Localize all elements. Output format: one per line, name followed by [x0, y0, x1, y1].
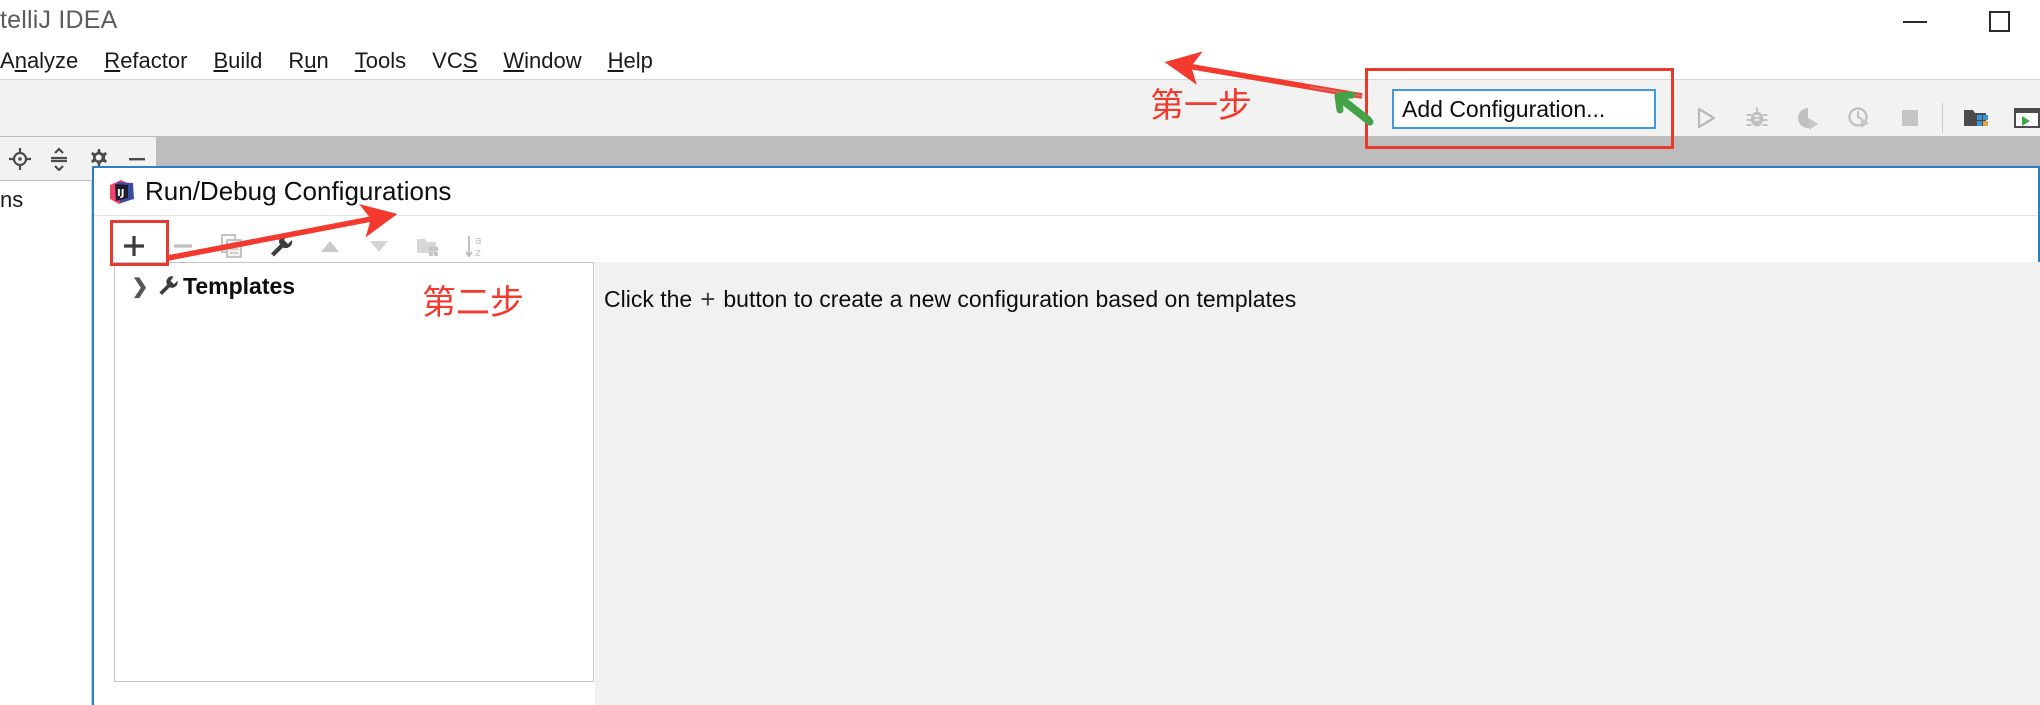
project-toolwindow-body — [0, 181, 92, 705]
profile-icon[interactable] — [1833, 97, 1884, 139]
wrench-icon — [153, 274, 183, 298]
menubar: Analyze Refactor Build Run Tools VCS Win… — [0, 43, 2040, 79]
maximize-button[interactable] — [1968, 0, 2030, 43]
add-configuration-button[interactable]: Add Configuration... — [1392, 89, 1656, 129]
empty-state-hint: Click the + button to create a new confi… — [604, 284, 1296, 315]
menu-item-build[interactable]: Build — [200, 43, 275, 79]
menu-item-analyze[interactable]: Analyze — [0, 43, 91, 79]
dialog-title: Run/Debug Configurations — [145, 176, 452, 206]
project-tree-truncated-label: ns — [0, 187, 24, 212]
hint-text-after: button to create a new configuration bas… — [723, 286, 1297, 312]
annotation-step1-label: 第一步 — [1150, 86, 1252, 126]
window-titlebar: telliJ IDEA — [0, 0, 2040, 43]
app-window: telliJ IDEA Analyze Refactor Build Run T… — [0, 0, 2040, 705]
terminal-icon[interactable] — [2001, 97, 2040, 139]
menu-item-run[interactable]: Run — [275, 43, 341, 79]
menu-item-refactor[interactable]: Refactor — [91, 43, 200, 79]
hint-plus-icon: + — [700, 284, 716, 314]
menu-item-help[interactable]: Help — [595, 43, 666, 79]
menu-item-tools[interactable]: Tools — [342, 43, 419, 79]
svg-text:z: z — [475, 246, 481, 259]
intellij-idea-logo-icon: IJ — [109, 179, 135, 205]
configurations-detail-panel: Click the + button to create a new confi… — [595, 262, 2040, 705]
annotation-step2-label: 第二步 — [422, 283, 524, 323]
add-configuration-label: Add Configuration... — [1402, 95, 1606, 122]
run-icon[interactable] — [1680, 97, 1731, 139]
svg-text:IJ: IJ — [117, 188, 124, 199]
run-debug-configurations-dialog: IJ Run/Debug Configurations a z ❯ Templa… — [92, 166, 2040, 705]
maximize-icon — [1988, 11, 2010, 32]
toolbar-separator — [1942, 103, 1943, 133]
project-structure-icon[interactable] — [1950, 97, 2001, 139]
stop-icon[interactable] — [1884, 97, 1935, 139]
window-title: telliJ IDEA — [0, 6, 118, 34]
collapse-all-icon[interactable] — [39, 137, 78, 181]
locate-icon[interactable] — [0, 137, 39, 181]
run-with-coverage-icon[interactable] — [1782, 97, 1833, 139]
debug-icon[interactable] — [1731, 97, 1782, 139]
menu-item-vcs[interactable]: VCS — [419, 43, 490, 79]
minimize-icon — [1903, 20, 1927, 23]
tree-item-label: Templates — [183, 272, 296, 299]
minimize-button[interactable] — [1884, 0, 1946, 43]
configurations-tree-panel[interactable]: ❯ Templates — [114, 262, 594, 682]
hint-text-before: Click the — [604, 286, 693, 312]
run-toolbar-icons — [1680, 97, 2040, 139]
dialog-titlebar: IJ Run/Debug Configurations — [94, 168, 2038, 216]
menu-item-window[interactable]: Window — [490, 43, 594, 79]
chevron-right-icon[interactable]: ❯ — [127, 274, 153, 299]
